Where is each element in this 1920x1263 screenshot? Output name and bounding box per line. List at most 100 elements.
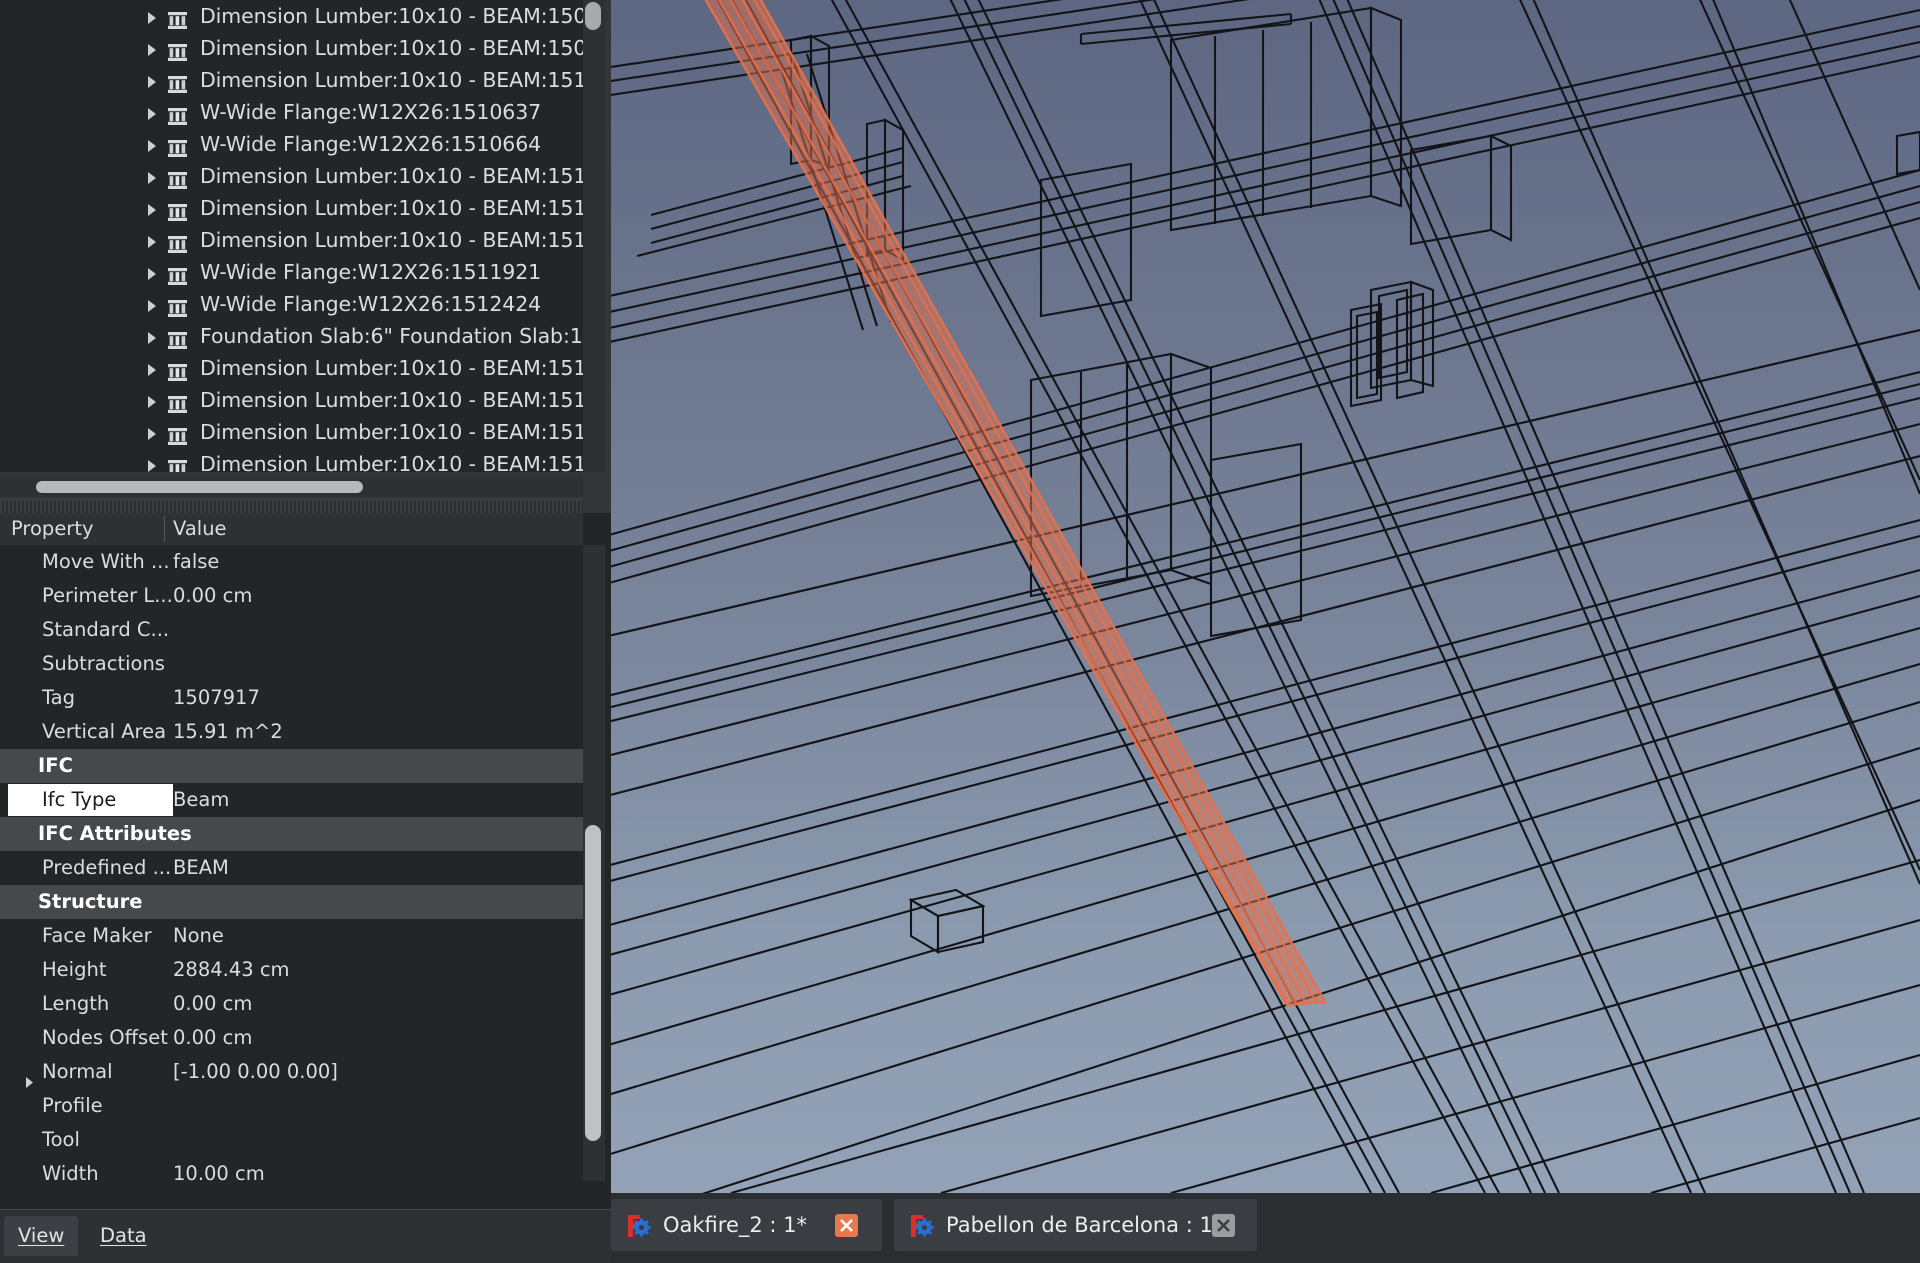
property-name: Width (42, 1162, 99, 1181)
chevron-right-icon[interactable] (144, 192, 158, 224)
chevron-right-icon[interactable] (144, 160, 158, 192)
property-name: Move With ... (42, 550, 170, 573)
property-value[interactable]: 10.00 cm (173, 1157, 265, 1181)
tree-item[interactable]: W-Wide Flange:W12X26:1512424 (0, 288, 583, 320)
property-row[interactable]: Tool (0, 1123, 583, 1157)
document-tab-pabellon[interactable]: Pabellon de Barcelona : 1* (894, 1199, 1257, 1251)
property-row[interactable]: Subtractions (0, 647, 583, 681)
property-row[interactable]: Face Maker None (0, 919, 583, 953)
property-group-row[interactable]: IFC (0, 749, 583, 783)
property-name: Tag (42, 686, 76, 709)
chevron-right-icon[interactable] (144, 96, 158, 128)
tree-item[interactable]: Dimension Lumber:10x10 - BEAM:1510911 (0, 160, 583, 192)
property-value[interactable]: 0.00 cm (173, 987, 252, 1021)
property-row[interactable]: Tag 1507917 (0, 681, 583, 715)
chevron-right-icon[interactable] (144, 288, 158, 320)
tree-vertical-scrollbar[interactable] (583, 0, 605, 472)
property-value[interactable]: 2884.43 cm (173, 953, 290, 987)
ifc-beam-icon (168, 104, 187, 125)
property-name: Tool (42, 1128, 80, 1151)
tree-item[interactable]: Dimension Lumber:10x10 - BEAM:1510466 (0, 64, 583, 96)
property-group-row[interactable]: Structure (0, 885, 583, 919)
column-divider[interactable] (164, 516, 165, 542)
property-row[interactable]: Profile (0, 1089, 583, 1123)
property-value[interactable]: BEAM (173, 851, 229, 885)
tab-view[interactable]: View (4, 1216, 79, 1256)
property-row[interactable]: Predefined ... BEAM (0, 851, 583, 885)
property-row[interactable]: Length 0.00 cm (0, 987, 583, 1021)
document-tab-oakfire[interactable]: Oakfire_2 : 1* (611, 1199, 882, 1251)
close-icon[interactable] (835, 1214, 858, 1237)
ifc-beam-icon (168, 40, 187, 61)
property-vertical-scrollbar-thumb[interactable] (585, 825, 601, 1141)
tab-data[interactable]: Data (86, 1216, 161, 1256)
tree-item-label: Dimension Lumber:10x10 - BEAM:1513879 (200, 356, 583, 380)
chevron-right-icon[interactable] (144, 384, 158, 416)
property-name: Face Maker (42, 924, 152, 947)
3d-viewport[interactable] (611, 0, 1920, 1193)
value-column-header[interactable]: Value (173, 513, 227, 545)
property-row[interactable]: Standard C... (0, 613, 583, 647)
chevron-right-icon[interactable] (144, 128, 158, 160)
ifc-beam-icon (168, 168, 187, 189)
ifc-beam-icon (168, 360, 187, 381)
chevron-right-icon[interactable] (144, 320, 158, 352)
freecad-logo-icon (908, 1213, 934, 1239)
tree-vertical-scrollbar-thumb[interactable] (585, 2, 601, 30)
property-row[interactable]: Nodes Offset 0.00 cm (0, 1021, 583, 1055)
property-group-row[interactable]: IFC Attributes (0, 817, 583, 851)
tree-item[interactable]: Dimension Lumber:10x10 - BEAM:1514370 (0, 448, 583, 472)
property-row[interactable]: Width 10.00 cm (0, 1157, 583, 1181)
ifc-beam-icon (168, 456, 187, 472)
tree-item[interactable]: Dimension Lumber:10x10 - BEAM:1514136 (0, 416, 583, 448)
tree-item[interactable]: Dimension Lumber:10x10 - BEAM:1513879 (0, 352, 583, 384)
property-value[interactable]: Beam (173, 783, 229, 817)
property-column-header[interactable]: Property (11, 513, 94, 545)
property-row[interactable]: Normal [-1.00 0.00 0.00] (0, 1055, 583, 1089)
chevron-right-icon[interactable] (144, 256, 158, 288)
tree-item[interactable]: Dimension Lumber:10x10 - BEAM:1514038 (0, 384, 583, 416)
tree-item[interactable]: W-Wide Flange:W12X26:1511921 (0, 256, 583, 288)
chevron-right-icon[interactable] (144, 224, 158, 256)
tree-item[interactable]: Dimension Lumber:10x10 - BEAM:1509301 (0, 32, 583, 64)
document-tab-label: Oakfire_2 : 1* (663, 1213, 808, 1237)
tree-item[interactable]: Foundation Slab:6" Foundation Slab:15126… (0, 320, 583, 352)
tree-item[interactable]: W-Wide Flange:W12X26:1510664 (0, 128, 583, 160)
property-name: Ifc Type (42, 788, 117, 811)
property-value[interactable]: false (173, 545, 219, 579)
property-value[interactable]: None (173, 919, 224, 953)
tree-item-label: Dimension Lumber:10x10 - BEAM:1510466 (200, 68, 583, 92)
property-editor-panel: Property Value Move With ... false Perimet… (0, 513, 611, 1209)
chevron-right-icon[interactable] (144, 32, 158, 64)
model-tree-panel: Dimension Lumber:10x10 - BEAM:1509278 Dim… (0, 0, 611, 515)
property-value[interactable]: 0.00 cm (173, 1021, 252, 1055)
property-value[interactable]: 0.00 cm (173, 579, 252, 613)
property-value[interactable]: [-1.00 0.00 0.00] (173, 1055, 338, 1089)
chevron-right-icon[interactable] (144, 352, 158, 384)
wireframe-model (611, 0, 1920, 1193)
property-row[interactable]: Vertical Area 15.91 m^2 (0, 715, 583, 749)
chevron-right-icon[interactable] (144, 64, 158, 96)
close-icon[interactable] (1212, 1214, 1235, 1237)
ifc-beam-icon (168, 232, 187, 253)
property-row[interactable]: Ifc Type Beam (0, 783, 583, 817)
ifc-beam-icon (168, 296, 187, 317)
tree-item[interactable]: Dimension Lumber:10x10 - BEAM:1511434 (0, 224, 583, 256)
property-row[interactable]: Perimeter L... 0.00 cm (0, 579, 583, 613)
chevron-right-icon[interactable] (144, 448, 158, 472)
chevron-right-icon[interactable] (144, 416, 158, 448)
tree-item[interactable]: Dimension Lumber:10x10 - BEAM:1509278 (0, 0, 583, 32)
property-name: IFC (38, 754, 73, 777)
ifc-beam-icon (168, 200, 187, 221)
property-row[interactable]: Height 2884.43 cm (0, 953, 583, 987)
tree-item[interactable]: Dimension Lumber:10x10 - BEAM:1511032 (0, 192, 583, 224)
property-value[interactable]: 15.91 m^2 (173, 715, 283, 749)
property-row[interactable]: Move With ... false (0, 545, 583, 579)
tree-item[interactable]: W-Wide Flange:W12X26:1510637 (0, 96, 583, 128)
chevron-right-icon[interactable] (144, 0, 158, 32)
tab-data-label: Data (100, 1224, 147, 1247)
left-dock: Dimension Lumber:10x10 - BEAM:1509278 Dim… (0, 0, 611, 1263)
property-value[interactable]: 1507917 (173, 681, 260, 715)
model-tree[interactable]: Dimension Lumber:10x10 - BEAM:1509278 Dim… (0, 0, 583, 472)
tree-horizontal-scrollbar-thumb[interactable] (36, 481, 363, 493)
